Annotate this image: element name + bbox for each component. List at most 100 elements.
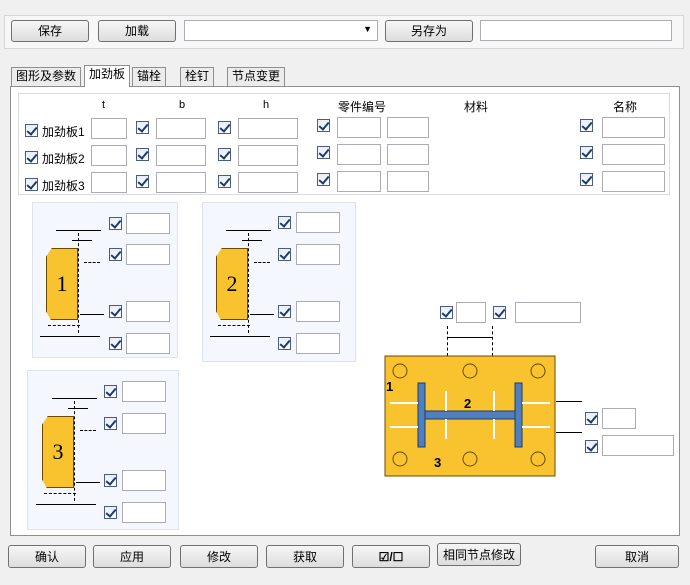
spacing-2-input[interactable] — [515, 302, 581, 323]
stiffener2-dim4-input[interactable] — [296, 333, 340, 354]
stiffener1-t-input[interactable] — [91, 118, 127, 139]
stiffener3-dim4-checkbox[interactable] — [104, 506, 117, 519]
stiffener3-part-checkbox[interactable] — [317, 173, 330, 186]
stiffener2-dim2-input[interactable] — [296, 244, 340, 265]
stiffener3-name-checkbox[interactable] — [580, 173, 593, 186]
stiffener3-h-checkbox[interactable] — [218, 175, 231, 188]
get-button[interactable]: 获取 — [266, 545, 344, 568]
stiffener2-b-checkbox[interactable] — [136, 148, 149, 161]
save-as-button[interactable]: 另存为 — [385, 20, 473, 42]
stiffener3-enable-checkbox[interactable] — [25, 178, 38, 191]
tab-graphics-params[interactable]: 图形及参数 — [11, 67, 82, 86]
spacing-2-checkbox[interactable] — [493, 306, 506, 319]
dim-dash — [74, 401, 75, 501]
stiffener1-material-input[interactable] — [387, 117, 429, 138]
stiffener2-part-no-input[interactable] — [337, 144, 381, 165]
preset-dropdown[interactable]: ▼ — [184, 20, 378, 41]
save-as-name-input[interactable] — [480, 20, 672, 41]
dim-line — [80, 430, 96, 431]
stiffener1-part-checkbox[interactable] — [317, 119, 330, 132]
stiffener1-h-input[interactable] — [238, 118, 298, 139]
stiffener1-name-checkbox[interactable] — [580, 119, 593, 132]
dim-line — [210, 336, 270, 337]
stiffener1-dim4-checkbox[interactable] — [109, 337, 122, 350]
stiffener1-part-no-input[interactable] — [337, 117, 381, 138]
stiffener3-b-input[interactable] — [156, 172, 206, 193]
tab-node-change[interactable]: 节点变更 — [227, 67, 286, 86]
spacing-checkbox[interactable] — [440, 306, 453, 319]
stiffener2-h-checkbox[interactable] — [218, 148, 231, 161]
stiffener2-dim1-checkbox[interactable] — [278, 216, 291, 229]
modify-button[interactable]: 修改 — [180, 545, 258, 568]
stiffener3-part-no-input[interactable] — [337, 171, 381, 192]
dim-line — [48, 325, 80, 326]
stiffener2-dim1-input[interactable] — [296, 212, 340, 233]
stiffener2-h-input[interactable] — [238, 145, 298, 166]
stiffener3-dim1-input[interactable] — [122, 381, 166, 402]
toggle-check-button[interactable]: ☑/☐ — [352, 545, 430, 568]
stiffener1-dim4-input[interactable] — [126, 333, 170, 354]
stiffener1-dim3-input[interactable] — [126, 301, 170, 322]
stiffener3-plate-shape: 3 — [42, 416, 74, 488]
stiffener2-t-input[interactable] — [91, 145, 127, 166]
stiffener3-material-input[interactable] — [387, 171, 429, 192]
dim-line — [44, 493, 76, 494]
plate-extra-checkbox[interactable] — [585, 440, 598, 453]
dim-dash — [447, 326, 448, 356]
stiffener2-name-input[interactable] — [602, 144, 665, 165]
header-material: 材料 — [464, 100, 489, 114]
stiffener2-part-checkbox[interactable] — [317, 146, 330, 159]
chevron-down-icon: ▼ — [363, 24, 372, 34]
dim-line — [226, 230, 271, 231]
stiffener2-dim3-input[interactable] — [296, 301, 340, 322]
stiffener3-h-input[interactable] — [238, 172, 298, 193]
stiffener1-h-checkbox[interactable] — [218, 121, 231, 134]
apply-button[interactable]: 应用 — [93, 545, 171, 568]
stiffener1-dim3-checkbox[interactable] — [109, 305, 122, 318]
stiffener2-dim4-checkbox[interactable] — [278, 337, 291, 350]
tab-anchor-bolt[interactable]: 锚栓 — [132, 67, 167, 86]
spacing-input[interactable] — [456, 302, 486, 323]
edge-distance-checkbox[interactable] — [585, 412, 598, 425]
stiffener3-b-checkbox[interactable] — [136, 175, 149, 188]
stiffener3-dim3-checkbox[interactable] — [104, 474, 117, 487]
dim-line — [218, 325, 250, 326]
dim-line — [56, 230, 101, 231]
edge-distance-input[interactable] — [602, 408, 636, 429]
stiffener2-material-input[interactable] — [387, 144, 429, 165]
stiffener3-t-input[interactable] — [91, 172, 127, 193]
cancel-button[interactable]: 取消 — [595, 545, 679, 568]
save-button[interactable]: 保存 — [11, 20, 89, 42]
stiffener3-dim1-checkbox[interactable] — [104, 385, 117, 398]
plan-label-3: 3 — [434, 455, 441, 470]
stiffener1-b-input[interactable] — [156, 118, 206, 139]
stiffener3-dim3-input[interactable] — [122, 470, 166, 491]
stiffener3-dim2-input[interactable] — [122, 413, 166, 434]
stiffener3-name-input[interactable] — [602, 171, 665, 192]
dim-line — [76, 482, 100, 483]
stiffener1-enable-checkbox[interactable] — [25, 124, 38, 137]
tab-stud[interactable]: 栓钉 — [180, 67, 215, 86]
plate-extra-input[interactable] — [602, 435, 674, 456]
stiffener1-name-input[interactable] — [602, 117, 665, 138]
stiffener1-dim1-checkbox[interactable] — [109, 217, 122, 230]
stiffener3-dim2-checkbox[interactable] — [104, 417, 117, 430]
load-button[interactable]: 加载 — [98, 20, 176, 42]
stiffener2-name-checkbox[interactable] — [580, 146, 593, 159]
stiffener2-dim2-checkbox[interactable] — [278, 248, 291, 261]
ok-button[interactable]: 确认 — [8, 545, 86, 568]
dim-line — [556, 432, 582, 433]
same-node-modify-button[interactable]: 相同节点修改 — [437, 543, 521, 566]
base-plate-plan-diagram: 1 2 3 — [384, 355, 556, 477]
stiffener3-dim4-input[interactable] — [122, 502, 166, 523]
dim-dash — [78, 233, 79, 333]
stiffener1-dim2-input[interactable] — [126, 244, 170, 265]
stiffener1-dim1-input[interactable] — [126, 213, 170, 234]
stiffener1-b-checkbox[interactable] — [136, 121, 149, 134]
stiffener1-dim2-checkbox[interactable] — [109, 248, 122, 261]
dim-line — [40, 336, 100, 337]
tab-stiffener[interactable]: 加劲板 — [84, 65, 131, 87]
stiffener2-dim3-checkbox[interactable] — [278, 305, 291, 318]
stiffener2-enable-checkbox[interactable] — [25, 151, 38, 164]
stiffener2-b-input[interactable] — [156, 145, 206, 166]
